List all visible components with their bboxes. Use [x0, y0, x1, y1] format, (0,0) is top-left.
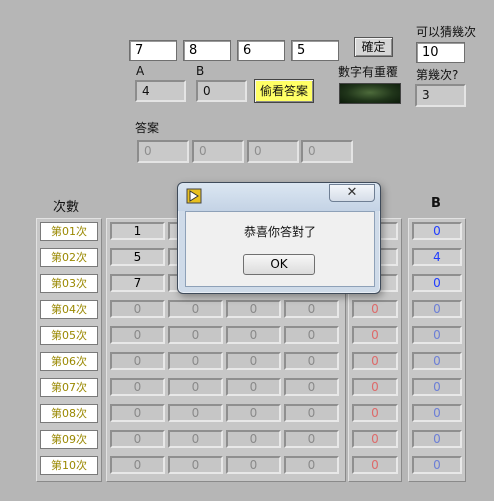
dialog-message: 恭喜你答對了 [243, 225, 316, 239]
digit-cell: 0 [284, 326, 339, 344]
digit-cell: 0 [226, 352, 281, 370]
digit-cell: 0 [284, 430, 339, 448]
round-label: 第02次 [40, 248, 98, 267]
b-value-display: 0 [196, 80, 247, 102]
round-label: 第04次 [40, 300, 98, 319]
which-attempt-label: 第幾次? [416, 68, 459, 82]
digit-cell: 0 [168, 352, 223, 370]
digit-cell: 1 [110, 222, 165, 240]
guess-digit-2[interactable]: 8 [183, 40, 231, 61]
a-result-cell: 0 [352, 430, 398, 448]
digit-cell: 0 [110, 430, 165, 448]
digit-cell: 0 [110, 326, 165, 344]
b-result-cell: 0 [412, 456, 462, 474]
close-icon[interactable]: ✕ [329, 184, 375, 202]
duplicate-digits-label: 數字有重覆 [338, 65, 399, 79]
round-label: 第10次 [40, 456, 98, 475]
digit-cell: 0 [226, 300, 281, 318]
round-label: 第03次 [40, 274, 98, 293]
digit-cell: 0 [168, 378, 223, 396]
round-label: 第05次 [40, 326, 98, 345]
round-label: 第09次 [40, 430, 98, 449]
digit-cell: 0 [110, 352, 165, 370]
a-result-cell: 0 [352, 352, 398, 370]
digit-cell: 0 [284, 404, 339, 422]
digit-cell: 0 [284, 300, 339, 318]
digit-cell: 0 [168, 430, 223, 448]
b-result-cell: 0 [412, 378, 462, 396]
b-result-cell: 4 [412, 248, 462, 266]
a-value-display: 4 [135, 80, 186, 102]
count-header: 次數 [53, 200, 80, 215]
dialog-title-bar[interactable]: ✕ [178, 183, 380, 211]
digit-cell: 0 [110, 378, 165, 396]
round-label: 第08次 [40, 404, 98, 423]
guess-digit-1[interactable]: 7 [129, 40, 177, 61]
guess-digit-3[interactable]: 6 [237, 40, 285, 61]
digit-cell: 0 [226, 378, 281, 396]
digit-cell: 0 [110, 300, 165, 318]
b-result-cell: 0 [412, 404, 462, 422]
answer-digit-4: 0 [301, 140, 353, 163]
a-label: A [136, 64, 145, 78]
digit-cell: 7 [110, 274, 165, 292]
a-result-cell: 0 [352, 456, 398, 474]
guess-digit-4[interactable]: 5 [291, 40, 339, 61]
max-guesses-input[interactable]: 10 [416, 42, 465, 63]
app-window: { "inputs": { "guess": ["7", "8", "6", "… [0, 0, 494, 501]
b-result-cell: 0 [412, 430, 462, 448]
digit-cell: 0 [226, 430, 281, 448]
round-label: 第01次 [40, 222, 98, 241]
digit-cell: 0 [284, 456, 339, 474]
ok-button[interactable]: OK [243, 254, 315, 275]
digit-cell: 0 [284, 352, 339, 370]
success-dialog: ✕ 恭喜你答對了 OK [177, 182, 381, 294]
b-column-header: B [431, 196, 441, 211]
a-result-cell: 0 [352, 300, 398, 318]
digit-cell: 0 [168, 404, 223, 422]
digit-cell: 0 [284, 378, 339, 396]
digit-cell: 5 [110, 248, 165, 266]
digit-cell: 0 [110, 404, 165, 422]
max-guesses-label: 可以猜幾次 [416, 25, 477, 39]
digit-cell: 0 [168, 300, 223, 318]
b-result-cell: 0 [412, 274, 462, 292]
digit-cell: 0 [226, 456, 281, 474]
labview-icon [186, 188, 202, 204]
round-label: 第07次 [40, 378, 98, 397]
b-result-cell: 0 [412, 222, 462, 240]
confirm-button[interactable]: 確定 [354, 37, 393, 57]
digit-cell: 0 [110, 456, 165, 474]
a-result-cell: 0 [352, 326, 398, 344]
duplicate-digits-led [339, 83, 401, 104]
which-attempt-display: 3 [415, 84, 466, 107]
digit-cell: 0 [226, 404, 281, 422]
b-label: B [196, 64, 205, 78]
answer-digit-2: 0 [192, 140, 244, 163]
digit-cell: 0 [168, 326, 223, 344]
answer-label: 答案 [135, 121, 160, 135]
a-result-cell: 0 [352, 378, 398, 396]
digit-cell: 0 [168, 456, 223, 474]
answer-digit-1: 0 [137, 140, 189, 163]
b-result-cell: 0 [412, 326, 462, 344]
a-result-cell: 0 [352, 404, 398, 422]
b-result-cell: 0 [412, 300, 462, 318]
dialog-body: 恭喜你答對了 OK [185, 211, 375, 287]
round-label: 第06次 [40, 352, 98, 371]
digit-cell: 0 [226, 326, 281, 344]
peek-answer-button[interactable]: 偷看答案 [254, 79, 314, 103]
b-result-cell: 0 [412, 352, 462, 370]
answer-digit-3: 0 [247, 140, 299, 163]
